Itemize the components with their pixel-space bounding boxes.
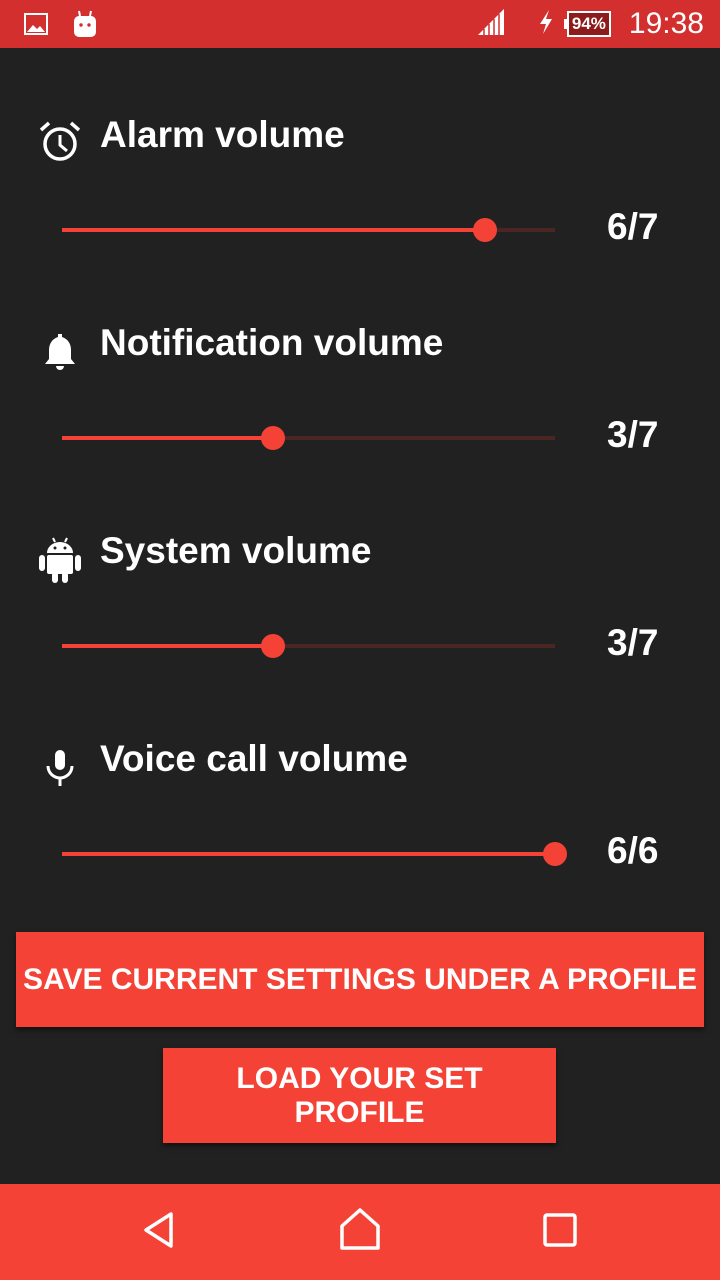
volume-value: 6/6 <box>607 830 659 871</box>
android-icon <box>38 536 82 583</box>
back-icon <box>140 1210 180 1255</box>
slider-fill <box>62 228 485 232</box>
status-bar: 94% 19:38 <box>0 0 720 48</box>
alarm-volume-section: Alarm volume 6/7 <box>0 104 720 312</box>
android-robot-icon <box>72 10 98 43</box>
volume-value: 3/7 <box>607 622 659 663</box>
slider-fill <box>62 644 274 648</box>
signal-icon <box>476 7 506 42</box>
navigation-bar <box>0 1184 720 1280</box>
save-profile-button[interactable]: SAVE CURRENT SETTINGS UNDER A PROFILE <box>16 932 704 1027</box>
notification-volume-section: Notification volume 3/7 <box>0 312 720 520</box>
notification-volume-slider[interactable] <box>62 426 555 450</box>
slider-fill <box>62 436 274 440</box>
battery-level: 94% <box>566 11 611 37</box>
microphone-icon <box>38 744 82 788</box>
alarm-clock-icon <box>38 120 82 164</box>
home-icon <box>338 1207 382 1257</box>
load-profile-button[interactable]: LOAD YOUR SET PROFILE <box>163 1048 556 1143</box>
volume-value: 3/7 <box>607 414 659 455</box>
voice-call-volume-slider[interactable] <box>62 842 567 866</box>
slider-thumb[interactable] <box>543 842 567 866</box>
recents-button[interactable] <box>536 1208 584 1256</box>
volume-value: 6/7 <box>607 206 659 247</box>
bell-icon <box>38 328 82 372</box>
system-volume-section: System volume 3/7 <box>0 520 720 728</box>
section-title: Alarm volume <box>100 114 345 155</box>
alarm-volume-slider[interactable] <box>62 218 555 242</box>
battery-indicator: 94% <box>563 11 611 37</box>
home-button[interactable] <box>336 1207 384 1257</box>
section-title: Notification volume <box>100 322 444 363</box>
image-icon <box>24 13 48 40</box>
back-button[interactable] <box>136 1208 184 1256</box>
voice-call-volume-section: Voice call volume 6/6 <box>0 728 720 936</box>
recents-icon <box>542 1212 578 1253</box>
section-title: System volume <box>100 530 372 571</box>
slider-fill <box>62 852 555 856</box>
charging-bolt-icon <box>538 9 554 40</box>
slider-thumb[interactable] <box>261 426 286 450</box>
slider-thumb[interactable] <box>472 218 497 242</box>
clock: 19:38 <box>628 7 704 40</box>
system-volume-slider[interactable] <box>62 634 555 658</box>
section-title: Voice call volume <box>100 738 408 779</box>
slider-thumb[interactable] <box>261 634 286 658</box>
